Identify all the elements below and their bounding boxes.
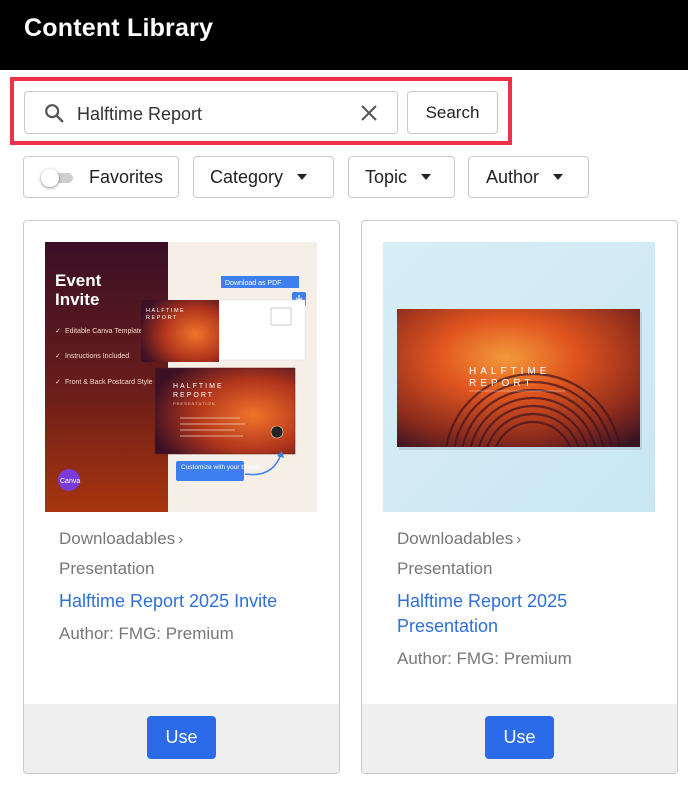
breadcrumb[interactable]: Downloadables ›	[59, 529, 183, 549]
content-type: Presentation	[59, 559, 155, 578]
thumb-feature: Editable Canva Template	[65, 328, 143, 335]
breadcrumb-label[interactable]: Downloadables	[397, 529, 513, 548]
canva-logo: Canva	[60, 478, 80, 485]
card-title-link[interactable]: Halftime Report 2025 Invite	[59, 589, 319, 614]
chevron-right-icon: ›	[178, 531, 184, 548]
card-author: Author: FMG: Premium	[397, 649, 572, 668]
page-title: Content Library	[24, 14, 214, 42]
card-thumbnail[interactable]: Event Invite ✓ Editable Canva Template ✓…	[45, 242, 317, 512]
content-card: HALFTIME REPORT Downloadables › Presentat…	[361, 220, 678, 774]
author-dropdown[interactable]: Author	[468, 156, 589, 198]
category-label: Category	[210, 166, 284, 187]
thumb-doc-subtitle: PRESENTATION	[173, 401, 216, 406]
breadcrumb-label[interactable]: Downloadables	[59, 529, 175, 548]
thumb-callout: Customize with your brand	[181, 464, 258, 471]
favorites-filter[interactable]: Favorites	[23, 156, 179, 198]
chevron-down-icon	[421, 174, 432, 180]
card-thumbnail[interactable]: HALFTIME REPORT	[383, 242, 655, 512]
thumb-doc-title: REPORT	[173, 392, 214, 399]
thumb-feature: Front & Back Postcard Style	[65, 379, 153, 386]
slide-title: HALFTIME	[469, 366, 550, 377]
category-dropdown[interactable]: Category	[193, 156, 334, 198]
content-type: Presentation	[397, 559, 493, 578]
svg-text:✓: ✓	[55, 353, 61, 360]
use-button[interactable]: Use	[147, 716, 216, 759]
thumb-feature: Instructions Included	[65, 353, 129, 360]
chevron-down-icon	[297, 174, 308, 180]
search-query-text[interactable]: Halftime Report	[77, 104, 202, 125]
favorites-label: Favorites	[89, 167, 164, 187]
thumb-heading-2: Invite	[55, 290, 99, 309]
search-icon	[45, 104, 64, 123]
card-title-link[interactable]: Halftime Report 2025 Presentation	[397, 589, 657, 639]
thumb-doc-title: HALFTIME	[146, 308, 185, 314]
topic-label: Topic	[365, 166, 408, 187]
slide-title: REPORT	[469, 378, 535, 389]
favorites-toggle[interactable]	[41, 169, 73, 187]
card-footer: Use	[24, 704, 339, 773]
search-button[interactable]: Search	[407, 91, 498, 134]
search-input[interactable]: Halftime Report	[24, 91, 398, 134]
chevron-down-icon	[553, 174, 564, 180]
card-footer: Use	[362, 704, 677, 773]
breadcrumb[interactable]: Downloadables ›	[397, 529, 521, 549]
card-author: Author: FMG: Premium	[59, 624, 234, 643]
thumb-heading-1: Event	[55, 271, 102, 290]
chevron-right-icon: ›	[516, 531, 522, 548]
author-label: Author	[486, 166, 540, 187]
thumb-doc-title: REPORT	[146, 315, 178, 321]
download-pdf-label: Download as PDF	[225, 280, 281, 287]
svg-text:✓: ✓	[55, 379, 61, 386]
topic-dropdown[interactable]: Topic	[348, 156, 455, 198]
svg-text:✓: ✓	[55, 328, 61, 335]
close-icon[interactable]	[359, 103, 379, 123]
app-header: Content Library	[0, 0, 688, 70]
use-button[interactable]: Use	[485, 716, 554, 759]
content-card: Event Invite ✓ Editable Canva Template ✓…	[23, 220, 340, 774]
thumb-doc-title: HALFTIME	[173, 383, 224, 390]
